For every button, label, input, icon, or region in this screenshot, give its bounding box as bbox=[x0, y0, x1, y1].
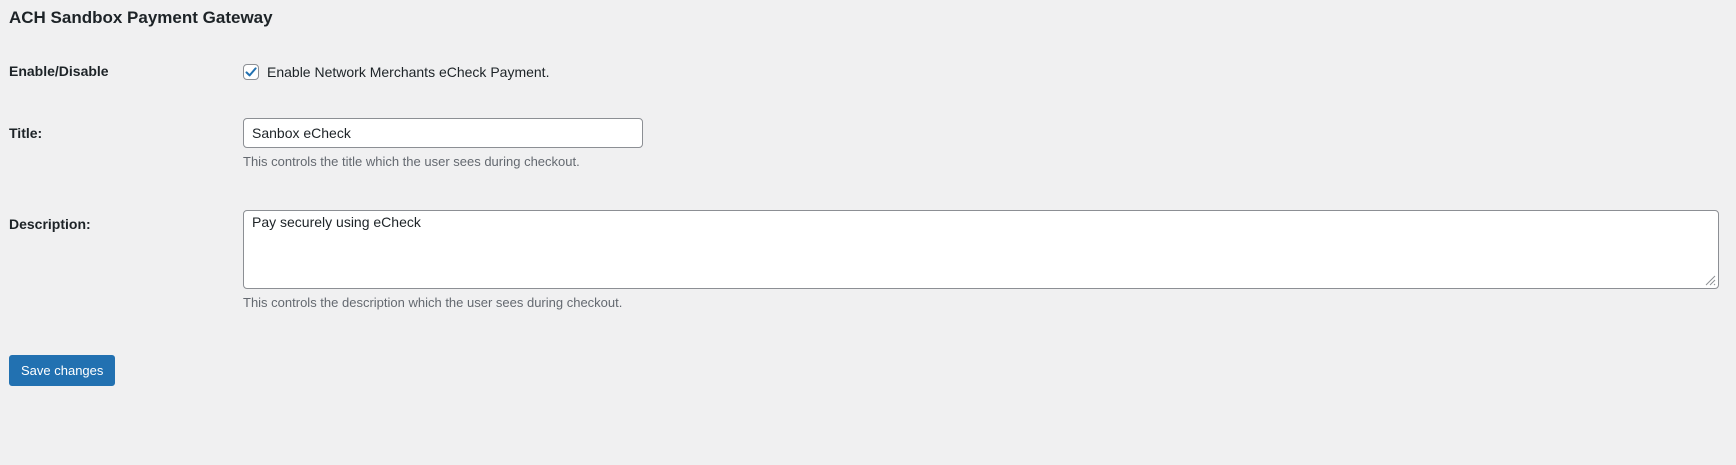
title-label: Title: bbox=[9, 125, 43, 141]
enable-checkbox-label[interactable]: Enable Network Merchants eCheck Payment. bbox=[267, 63, 549, 81]
description-help-text: This controls the description which the … bbox=[243, 295, 623, 310]
enable-checkbox-row[interactable]: Enable Network Merchants eCheck Payment. bbox=[243, 63, 549, 81]
title-input[interactable]: Sanbox eCheck bbox=[243, 118, 643, 148]
section-title: ACH Sandbox Payment Gateway bbox=[9, 8, 273, 27]
enable-disable-label: Enable/Disable bbox=[9, 63, 109, 79]
checkmark-icon bbox=[245, 67, 257, 77]
title-help-text: This controls the title which the user s… bbox=[243, 154, 580, 169]
resize-grip-icon[interactable] bbox=[1704, 274, 1716, 286]
description-textarea[interactable]: Pay securely using eCheck bbox=[243, 210, 1719, 289]
description-label: Description: bbox=[9, 216, 91, 232]
description-textarea-value: Pay securely using eCheck bbox=[252, 214, 421, 230]
enable-checkbox[interactable] bbox=[243, 64, 259, 80]
save-changes-button[interactable]: Save changes bbox=[9, 355, 116, 386]
settings-page: ACH Sandbox Payment Gateway Enable/Disab… bbox=[0, 0, 1736, 465]
